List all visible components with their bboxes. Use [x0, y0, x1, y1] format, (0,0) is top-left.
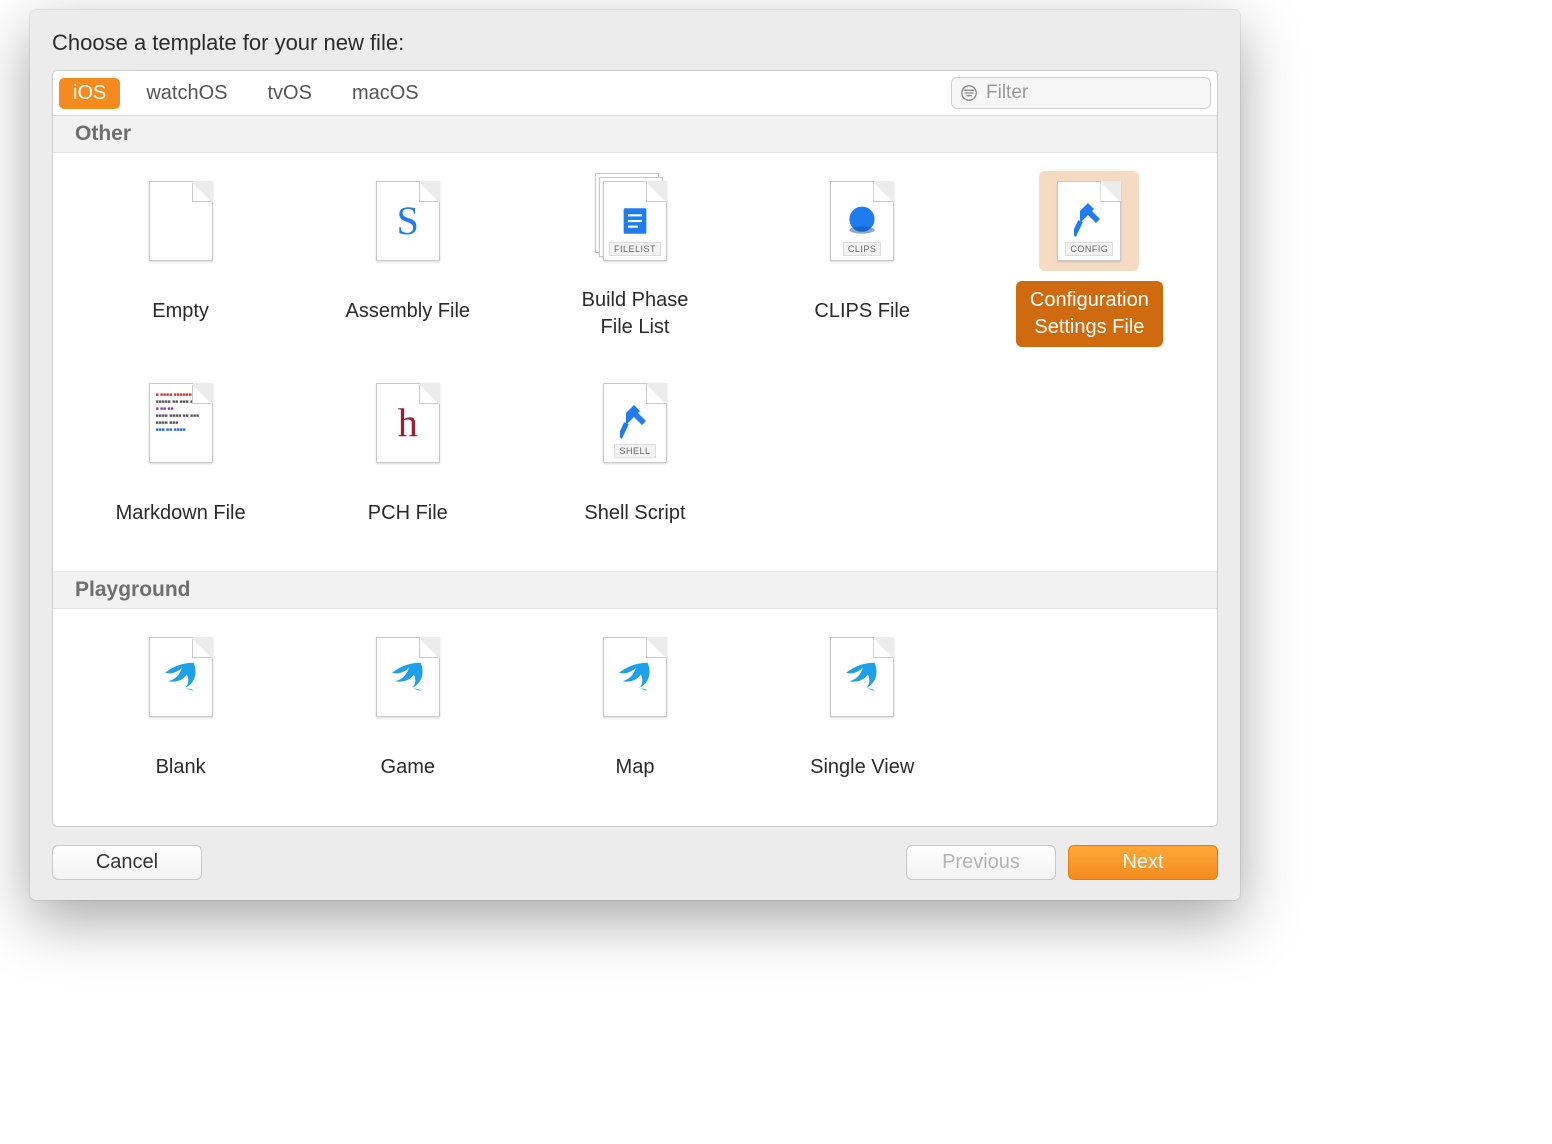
template-label: PCH File	[354, 483, 462, 543]
template-clips-file[interactable]: CLIPS CLIPS File	[753, 167, 972, 347]
template-label: Single View	[796, 737, 928, 797]
file-icon: CLIPS	[830, 181, 894, 261]
section-header-playground: Playground	[53, 571, 1217, 609]
file-icon: CONFIG	[1057, 181, 1121, 261]
swift-icon	[160, 656, 202, 698]
template-panel: iOS watchOS tvOS macOS Other Empty S	[52, 70, 1218, 827]
template-markdown-file[interactable]: ■ ■■■■ ■■■■■■■■■■■ ■■ ■■■ ■■■■ ■■ ■■■■■■…	[71, 369, 290, 543]
template-playground-map[interactable]: Map	[525, 623, 744, 797]
section-grid-playground: Blank Game Map	[53, 609, 1217, 825]
file-band: CONFIG	[1065, 242, 1113, 256]
swift-icon	[614, 656, 656, 698]
previous-button: Previous	[906, 845, 1056, 880]
file-icon: S	[376, 181, 440, 261]
sheet-prompt: Choose a template for your new file:	[30, 30, 1240, 70]
file-icon: ■ ■■■■ ■■■■■■■■■■■ ■■ ■■■ ■■■■ ■■ ■■■■■■…	[149, 383, 213, 463]
filter-field-wrap[interactable]	[951, 77, 1211, 109]
template-playground-single-view[interactable]: Single View	[753, 623, 972, 797]
file-icon: SHELL	[603, 383, 667, 463]
next-button[interactable]: Next	[1068, 845, 1218, 880]
file-band: FILELIST	[609, 242, 661, 256]
template-label: Build Phase File List	[568, 281, 703, 347]
template-build-phase-file-list[interactable]: FILELIST Build Phase File List	[525, 167, 744, 347]
template-label: Shell Script	[570, 483, 699, 543]
file-band: SHELL	[614, 444, 655, 458]
new-file-sheet: Choose a template for your new file: iOS…	[30, 10, 1240, 900]
file-icon	[149, 637, 213, 717]
template-scroll[interactable]: Other Empty S Assembly File	[53, 116, 1217, 826]
template-shell-script[interactable]: SHELL Shell Script	[525, 369, 744, 543]
section-header-other: Other	[53, 116, 1217, 153]
template-label: Game	[367, 737, 449, 797]
sphere-icon	[844, 203, 880, 239]
swift-icon	[841, 656, 883, 698]
swift-icon	[387, 656, 429, 698]
template-empty[interactable]: Empty	[71, 167, 290, 347]
cancel-button[interactable]: Cancel	[52, 845, 202, 880]
file-band: CLIPS	[843, 242, 882, 256]
template-label: Blank	[142, 737, 220, 797]
template-configuration-settings-file[interactable]: CONFIG Configuration Settings File	[980, 167, 1199, 347]
template-playground-blank[interactable]: Blank	[71, 623, 290, 797]
template-label: Empty	[138, 281, 223, 341]
file-icon	[603, 637, 667, 717]
document-lines-icon	[618, 204, 652, 238]
file-icon	[376, 637, 440, 717]
tab-tvos[interactable]: tvOS	[254, 78, 326, 109]
hammer-icon	[1074, 201, 1104, 241]
template-label: Markdown File	[102, 483, 260, 543]
markdown-preview-icon: ■ ■■■■ ■■■■■■■■■■■ ■■ ■■■ ■■■■ ■■ ■■■■■■…	[156, 392, 206, 434]
file-icon: h	[376, 383, 440, 463]
sheet-footer: Cancel Previous Next	[30, 827, 1240, 900]
template-pch-file[interactable]: h PCH File	[298, 369, 517, 543]
template-label: Configuration Settings File	[1016, 281, 1163, 347]
file-icon	[149, 181, 213, 261]
file-icon: FILELIST	[603, 181, 667, 261]
template-playground-game[interactable]: Game	[298, 623, 517, 797]
platform-tabbar: iOS watchOS tvOS macOS	[53, 71, 1217, 116]
filter-icon	[960, 84, 978, 102]
template-label: Assembly File	[332, 281, 484, 341]
tab-watchos[interactable]: watchOS	[132, 78, 241, 109]
template-label: Map	[602, 737, 669, 797]
section-grid-other: Empty S Assembly File FILELIST	[53, 153, 1217, 571]
template-assembly-file[interactable]: S Assembly File	[298, 167, 517, 347]
file-icon	[830, 637, 894, 717]
hammer-icon	[620, 403, 650, 443]
filter-input[interactable]	[986, 82, 1202, 104]
tab-macos[interactable]: macOS	[338, 78, 433, 109]
tab-ios[interactable]: iOS	[59, 78, 120, 109]
template-label: CLIPS File	[800, 281, 924, 341]
